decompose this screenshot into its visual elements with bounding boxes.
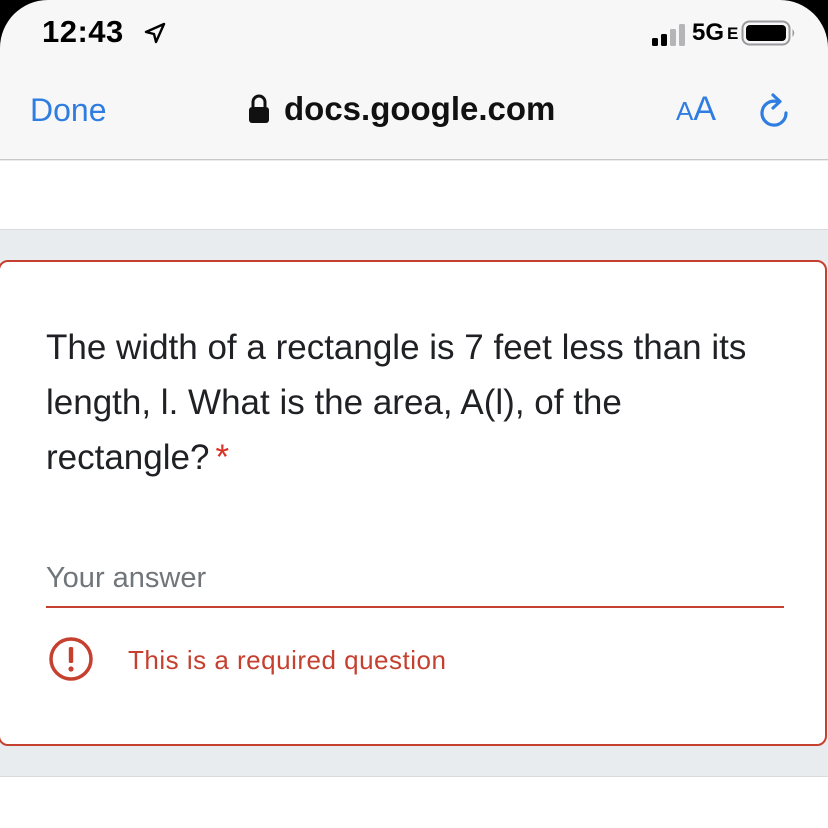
- address-bar-url[interactable]: docs.google.com: [284, 90, 555, 128]
- question-title: The width of a rectangle is 7 feet less …: [46, 320, 776, 485]
- reload-icon[interactable]: [756, 92, 794, 132]
- browser-toolbar: Done docs.google.com AA: [0, 78, 828, 148]
- error-message: This is a required question: [128, 645, 447, 675]
- status-time: 12:43: [42, 14, 124, 49]
- text-size-big-a: A: [693, 90, 717, 128]
- location-arrow-icon: [144, 22, 166, 44]
- previous-card: [0, 161, 828, 230]
- validation-error: This is a required question: [48, 636, 648, 682]
- phone-screen: 12:43 5G E Done docs.google.com AA The w…: [0, 0, 828, 828]
- required-marker: *: [215, 438, 230, 477]
- text-size-button[interactable]: AA: [676, 90, 716, 129]
- question-card: The width of a rectangle is 7 feet less …: [0, 260, 827, 746]
- status-bar: 12:43 5G E: [0, 0, 828, 70]
- answer-placeholder: Your answer: [46, 562, 207, 594]
- battery-icon: [741, 20, 795, 46]
- next-card: [0, 776, 828, 828]
- network-subtype: E: [727, 24, 739, 43]
- lock-icon: [249, 94, 269, 123]
- question-text: The width of a rectangle is 7 feet less …: [46, 328, 747, 477]
- text-size-small-a: A: [676, 96, 694, 126]
- answer-input[interactable]: Your answer: [46, 550, 784, 608]
- done-button[interactable]: Done: [30, 92, 107, 129]
- error-exclamation-icon: [49, 637, 93, 681]
- network-type: 5G: [692, 19, 725, 46]
- signal-icon: [652, 24, 685, 46]
- browser-chrome: 12:43 5G E Done docs.google.com AA: [0, 0, 828, 160]
